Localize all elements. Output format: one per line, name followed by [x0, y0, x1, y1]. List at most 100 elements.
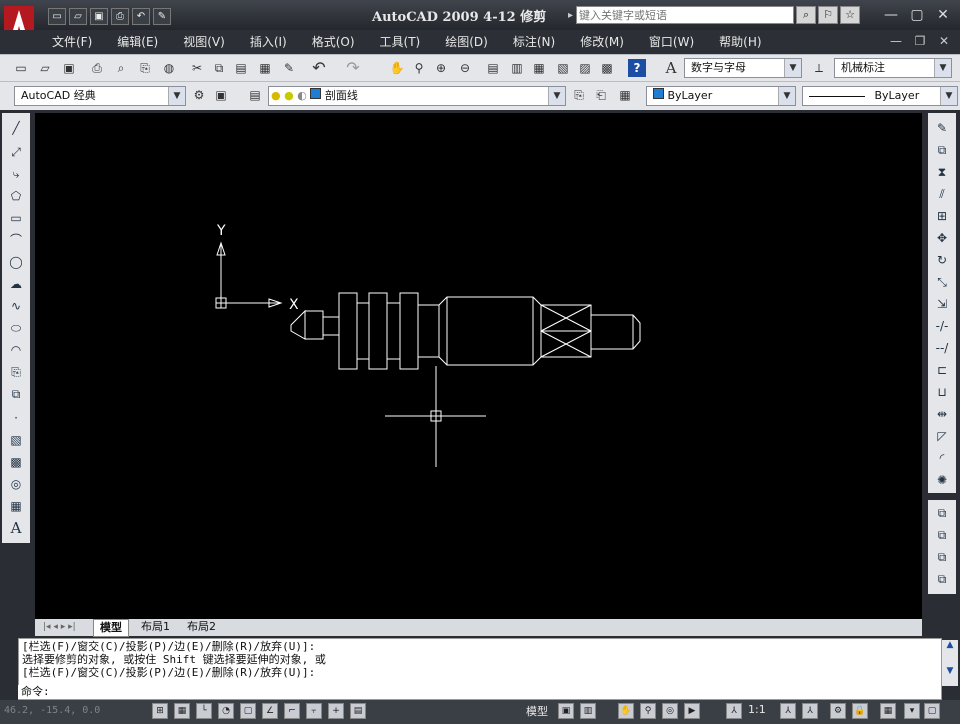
minimize-button[interactable]: — [878, 4, 904, 26]
multiline-text-icon[interactable]: A [7, 519, 25, 537]
lineweight-icon[interactable]: + [328, 703, 344, 719]
zoom-realtime-icon[interactable]: ⚲ [410, 59, 428, 77]
undo-icon[interactable]: ↶ [132, 8, 150, 25]
rectangle-icon[interactable]: ▭ [7, 209, 25, 227]
calculator-icon[interactable]: ▩ [598, 59, 616, 77]
send-to-back-icon[interactable]: ⧉ [933, 526, 951, 544]
text-style-select[interactable]: 数字与字母 ▼ [684, 58, 802, 78]
design-center-icon[interactable]: ▥ [508, 59, 526, 77]
polygon-icon[interactable]: ⬠ [7, 187, 25, 205]
tab-model[interactable]: 模型 [93, 619, 129, 637]
block-editor-icon[interactable]: ✎ [280, 59, 298, 77]
scroll-up-icon[interactable]: ▲ [942, 640, 958, 650]
tab-layout2[interactable]: 布局2 [181, 619, 222, 635]
save-icon[interactable]: ▣ [90, 8, 108, 25]
workspace-switch-icon[interactable]: ⚙ [830, 703, 846, 719]
pan-status-icon[interactable]: ✋ [618, 703, 634, 719]
circle-icon[interactable]: ◯ [7, 253, 25, 271]
steering-wheel-icon[interactable]: ◎ [662, 703, 678, 719]
new-icon[interactable]: ▭ [12, 59, 30, 77]
quick-properties-icon[interactable]: ▤ [350, 703, 366, 719]
dynamic-ucs-icon[interactable]: ⌐ [284, 703, 300, 719]
publish-icon[interactable]: ⎘ [136, 59, 154, 77]
dynamic-input-icon[interactable]: ⫟ [306, 703, 322, 719]
make-current-layer-icon[interactable]: ⎘ [570, 86, 588, 104]
layer-states-icon[interactable]: ▦ [616, 86, 634, 104]
break-at-point-icon[interactable]: ⊏ [933, 361, 951, 379]
coordinate-readout[interactable]: 46.2, -15.4, 0.0 [4, 705, 100, 716]
layer-select[interactable]: ● ● ◐ 剖面线 ▼ [268, 86, 566, 106]
close-button[interactable]: ✕ [930, 4, 956, 26]
ellipse-arc-icon[interactable]: ◠ [7, 341, 25, 359]
revision-cloud-icon[interactable]: ☁ [7, 275, 25, 293]
tab-nav-arrows[interactable]: |◂ ◂ ▸ ▸| [37, 619, 82, 635]
cut-icon[interactable]: ✂ [188, 59, 206, 77]
scroll-down-icon[interactable]: ▼ [942, 666, 958, 676]
break-icon[interactable]: ⊔ [933, 383, 951, 401]
undo-icon[interactable]: ↶ [310, 59, 328, 77]
make-block-icon[interactable]: ⧉ [7, 385, 25, 403]
dimension-style-icon[interactable]: ⟂ [810, 59, 828, 77]
communication-center-icon[interactable]: ⚐ [818, 6, 839, 24]
workspace-save-icon[interactable]: ▣ [212, 86, 230, 104]
drawing-area[interactable]: Y X [35, 113, 922, 619]
layer-previous-icon[interactable]: ⎗ [592, 86, 610, 104]
arc-icon[interactable]: ⌒ [7, 231, 25, 249]
point-icon[interactable]: · [7, 409, 25, 427]
plot-preview-icon[interactable]: ⌕ [112, 59, 130, 77]
new-file-icon[interactable]: ▭ [48, 8, 66, 25]
menu-modify[interactable]: 修改(M) [580, 33, 624, 50]
polyline-icon[interactable]: ⤷ [7, 165, 25, 183]
grid-display-icon[interactable]: ▦ [174, 703, 190, 719]
menu-dimension[interactable]: 标注(N) [513, 33, 555, 50]
plot-icon[interactable]: ⎙ [88, 59, 106, 77]
snap-mode-icon[interactable]: ⊞ [152, 703, 168, 719]
region-icon[interactable]: ◎ [7, 475, 25, 493]
bring-above-icon[interactable]: ⧉ [933, 548, 951, 566]
layout-icon[interactable]: ▥ [580, 703, 596, 719]
gradient-icon[interactable]: ▩ [7, 453, 25, 471]
match-properties-icon[interactable]: ▦ [256, 59, 274, 77]
zoom-status-icon[interactable]: ⚲ [640, 703, 656, 719]
ellipse-icon[interactable]: ⬭ [7, 319, 25, 337]
toolbar-lock-icon[interactable]: 🔒 [852, 703, 868, 719]
properties-icon[interactable]: ▤ [484, 59, 502, 77]
pan-icon[interactable]: ✋ [388, 59, 406, 77]
array-icon[interactable]: ⊞ [933, 207, 951, 225]
zoom-previous-icon[interactable]: ⊖ [456, 59, 474, 77]
tool-palettes-icon[interactable]: ▦ [530, 59, 548, 77]
open-icon[interactable]: ▱ [36, 59, 54, 77]
menu-window[interactable]: 窗口(W) [649, 33, 694, 50]
menu-help[interactable]: 帮助(H) [719, 33, 761, 50]
polar-tracking-icon[interactable]: ◔ [218, 703, 234, 719]
copy-icon[interactable]: ⧉ [210, 59, 228, 77]
scale-icon[interactable]: ⤡ [933, 273, 951, 291]
print-icon[interactable]: ⎙ [111, 8, 129, 25]
copy-object-icon[interactable]: ⧉ [933, 141, 951, 159]
redo-icon[interactable]: ↷ [344, 59, 362, 77]
object-snap-icon[interactable]: ▢ [240, 703, 256, 719]
markup-icon[interactable]: ▨ [576, 59, 594, 77]
offset-icon[interactable]: ⫽ [933, 185, 951, 203]
tab-layout1[interactable]: 布局1 [135, 619, 176, 635]
spline-icon[interactable]: ∿ [7, 297, 25, 315]
command-scrollbar[interactable]: ▲ ▼ [942, 640, 958, 686]
save-icon[interactable]: ▣ [60, 59, 78, 77]
object-snap-tracking-icon[interactable]: ∠ [262, 703, 278, 719]
color-select[interactable]: ByLayer ▼ [646, 86, 796, 106]
insert-block-icon[interactable]: ⎘ [7, 363, 25, 381]
mirror-icon[interactable]: ⧗ [933, 163, 951, 181]
layout-model-icon[interactable]: ▣ [558, 703, 574, 719]
erase-icon[interactable]: ✎ [933, 119, 951, 137]
hardware-acceleration-icon[interactable]: ▦ [880, 703, 896, 719]
construction-line-icon[interactable]: ⤢ [7, 143, 25, 161]
menu-edit[interactable]: 编辑(E) [117, 33, 158, 50]
layer-manager-icon[interactable]: ▤ [246, 86, 264, 104]
annotation-scale-icon[interactable]: ⅄ [726, 703, 742, 719]
stretch-icon[interactable]: ⇲ [933, 295, 951, 313]
dimension-style-select[interactable]: 机械标注 ▼ [834, 58, 952, 78]
annotation-scale-value[interactable]: 1:1 [748, 703, 766, 716]
menu-insert[interactable]: 插入(I) [250, 33, 287, 50]
open-file-icon[interactable]: ▱ [69, 8, 87, 25]
menu-format[interactable]: 格式(O) [312, 33, 355, 50]
